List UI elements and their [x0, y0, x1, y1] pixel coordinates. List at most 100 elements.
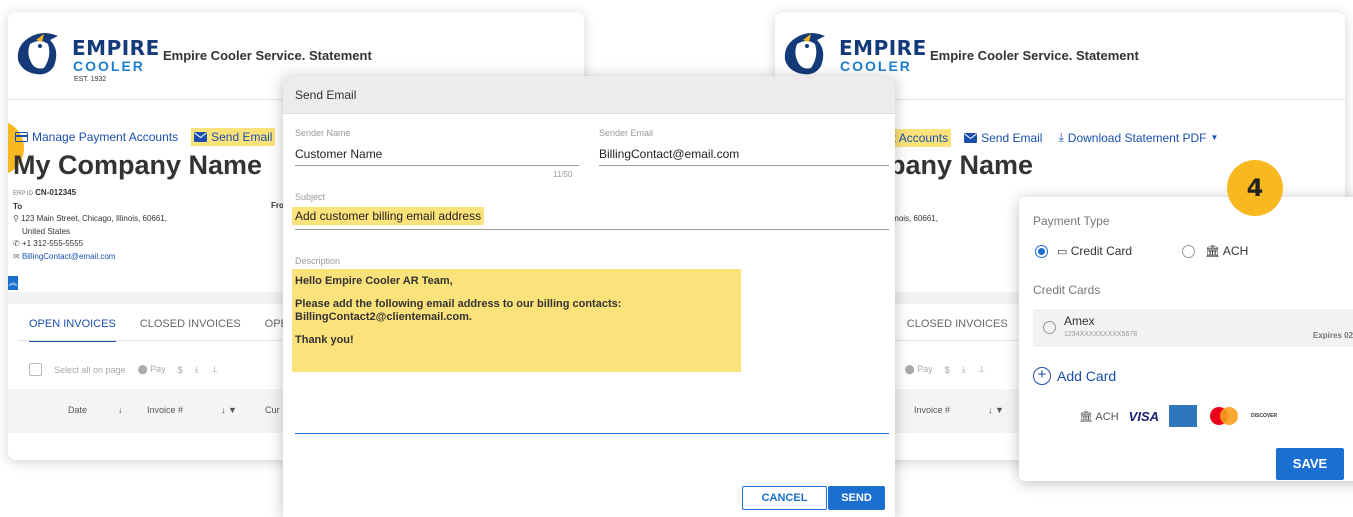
sender-name-label: Sender Name: [295, 128, 351, 138]
tab-closed-invoices[interactable]: CLOSED INVOICES: [907, 318, 1008, 342]
subject-underline: [295, 229, 889, 230]
account-info: ERP ID CN-012345 To ⚲ 123 Main Street, C…: [13, 188, 167, 261]
tab-closed-invoices[interactable]: CLOSED INVOICES: [140, 318, 241, 342]
pay-button[interactable]: ⬤ Pay: [905, 364, 933, 375]
erp-id: CN-012345: [35, 188, 77, 197]
mail-icon: [194, 132, 208, 142]
select-all-checkbox[interactable]: [29, 363, 42, 376]
col-invoice[interactable]: Invoice #: [914, 405, 950, 415]
mail-small-icon: ✉: [13, 251, 20, 261]
brand-name: EMPIRE: [72, 36, 160, 60]
send-email-link[interactable]: Send Email: [961, 129, 1045, 147]
amex-logo-icon: [1169, 405, 1197, 427]
char-counter: 11/50: [553, 170, 573, 179]
payment-accounts-popup: Payment Type ▭ Credit Card 🏛 ACH Credit …: [1019, 197, 1353, 481]
action-bar: Manage Payment Accounts Send Email: [12, 128, 276, 146]
desc-greeting: Hello Empire Cooler AR Team,: [295, 275, 453, 287]
pay-button[interactable]: ⬤ Pay: [138, 364, 166, 375]
brand-sub: COOLER: [840, 58, 912, 74]
send-email-label: Send Email: [981, 130, 1043, 145]
collapse-toggle-icon[interactable]: ︽: [8, 276, 18, 290]
description-label: Description: [295, 256, 341, 266]
card-name: Amex: [1064, 314, 1095, 328]
card-select-radio[interactable]: [1043, 321, 1056, 334]
payment-type-label: Payment Type: [1033, 214, 1110, 228]
col-cur[interactable]: Cur: [265, 405, 280, 415]
col-invoice[interactable]: Invoice #: [147, 405, 183, 415]
step-badge: 4: [1227, 160, 1283, 216]
send-email-label: Send Email: [211, 130, 273, 144]
bank-icon: 🏛: [1205, 244, 1221, 258]
dollar-icon[interactable]: $: [178, 365, 183, 375]
ach-radio[interactable]: [1182, 245, 1195, 258]
subject-label: Subject: [295, 192, 326, 202]
col-date[interactable]: Date: [68, 405, 87, 415]
dollar-icon[interactable]: $: [945, 365, 950, 375]
sort-icon[interactable]: ↓: [118, 405, 123, 415]
credit-cards-label: Credit Cards: [1033, 283, 1101, 297]
bank-icon: 🏛: [1079, 410, 1093, 423]
tab-open-invoices[interactable]: OPEN INVOICES: [29, 318, 116, 342]
from-label: Fro: [271, 201, 284, 210]
export-icon[interactable]: ⊥: [211, 364, 219, 375]
manage-payment-accounts-link[interactable]: Manage Payment Accounts: [12, 128, 181, 146]
payment-brands: 🏛 ACH VISA DISCOVER: [1079, 405, 1277, 427]
company-name: My Company Name: [13, 150, 263, 180]
send-button[interactable]: SEND: [828, 486, 885, 510]
discover-logo: DISCOVER: [1251, 413, 1278, 419]
sender-email-input[interactable]: BillingContact@email.com: [599, 147, 739, 161]
credit-card-option[interactable]: ▭ Credit Card: [1057, 244, 1132, 258]
phone-icon: ✆: [13, 239, 20, 248]
add-card-button[interactable]: + Add Card: [1033, 367, 1116, 385]
card-number: 1234XXXXXXXXX5678: [1064, 331, 1138, 338]
download-statement-label: Download Statement PDF: [1067, 130, 1207, 145]
download-icon: ⤓: [1058, 130, 1064, 144]
ach-option[interactable]: 🏛 ACH: [1205, 244, 1248, 258]
description-textarea[interactable]: Hello Empire Cooler AR Team, Please add …: [292, 269, 741, 372]
subject-input[interactable]: Add customer billing email address: [292, 207, 485, 225]
penguin-logo-icon: [17, 33, 58, 75]
sender-email-label: Sender Email: [599, 128, 654, 138]
page-title: Empire Cooler Service. Statement: [930, 48, 1139, 63]
download-icon[interactable]: ⤓: [195, 364, 199, 375]
sort-filter-icon[interactable]: ↓ ▼: [221, 405, 237, 415]
desc-body: Please add the following email address t…: [295, 298, 622, 323]
saved-card-row[interactable]: Amex 1234XXXXXXXXX5678 Expires 02/2: [1033, 309, 1353, 347]
send-email-link[interactable]: Send Email: [191, 128, 276, 146]
to-label: To: [13, 201, 23, 211]
download-statement-link[interactable]: ⤓ Download Statement PDF ▼: [1055, 128, 1221, 147]
billing-email-link[interactable]: BillingContact@email.com: [22, 252, 116, 261]
card-expiry: Expires 02/2: [1313, 331, 1353, 340]
mail-icon: [964, 132, 978, 143]
mastercard-logo-icon: [1210, 407, 1238, 425]
visa-logo: VISA: [1128, 408, 1159, 424]
add-card-label: Add Card: [1057, 368, 1117, 384]
save-button[interactable]: SAVE: [1276, 448, 1344, 480]
penguin-logo-icon: [784, 33, 825, 75]
download-icon[interactable]: ⤓: [962, 364, 966, 375]
brand-sub: COOLER: [73, 58, 145, 74]
chevron-down-icon: ▼: [1210, 133, 1219, 142]
export-icon[interactable]: ⊥: [978, 364, 986, 375]
cancel-button[interactable]: CANCEL: [742, 486, 827, 510]
card-icon: [15, 132, 28, 142]
sender-email-underline: [599, 165, 889, 166]
dialog-header: Send Email: [283, 76, 895, 114]
invoice-toolbar: Select all on page ⬤ Pay $ ⤓ ⊥: [29, 363, 219, 376]
brand-ach: 🏛 ACH: [1079, 410, 1119, 423]
credit-card-radio[interactable]: [1035, 245, 1048, 258]
page-title: Empire Cooler Service. Statement: [163, 48, 372, 63]
sender-name-input[interactable]: Customer Name: [295, 147, 382, 161]
description-underline: [295, 433, 889, 434]
card-outline-icon: ▭: [1057, 246, 1068, 258]
send-email-dialog: Send Email Sender Name Customer Name 11/…: [283, 76, 895, 517]
sender-name-underline: [295, 165, 579, 166]
invoice-tabs: OPEN INVOICES CLOSED INVOICES OPE: [29, 318, 288, 342]
desc-closing: Thank you!: [295, 334, 354, 346]
manage-payment-accounts-label: Manage Payment Accounts: [32, 130, 179, 144]
location-pin-icon: ⚲: [13, 214, 19, 223]
sort-filter-icon[interactable]: ↓ ▼: [988, 405, 1004, 415]
dialog-title: Send Email: [295, 88, 357, 102]
plus-circle-icon: +: [1033, 367, 1051, 385]
brand-name: EMPIRE: [839, 36, 927, 60]
